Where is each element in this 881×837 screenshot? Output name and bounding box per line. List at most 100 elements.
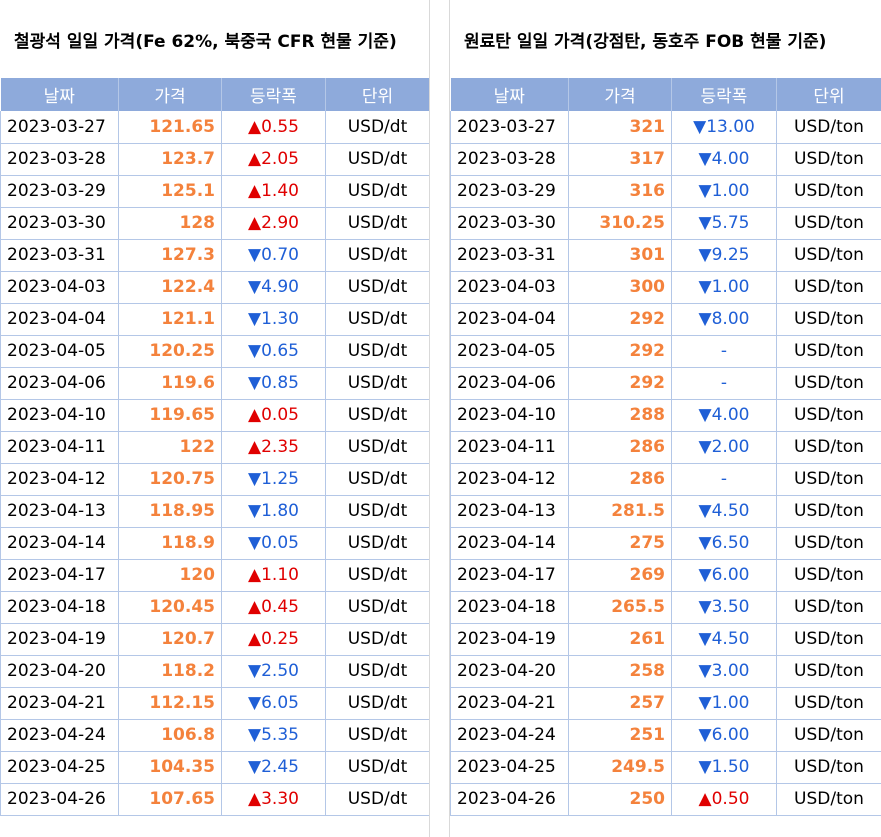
unit-cell: USD/ton xyxy=(776,495,881,528)
price-cell: 251 xyxy=(568,719,672,752)
coking-coal-table: 날짜 가격 등락폭 단위 2023-03-27 321 ▼13.00 USD/ton 2… xyxy=(450,78,881,816)
unit-cell: USD/dt xyxy=(325,111,430,144)
table-row: 2023-03-27 121.65 ▲0.55 USD/dt xyxy=(0,111,430,144)
change-cell: ▲2.90 xyxy=(221,207,326,240)
date-cell: 2023-03-28 xyxy=(450,143,569,176)
header-price: 가격 xyxy=(118,78,222,111)
table-row: 2023-04-10 119.65 ▲0.05 USD/dt xyxy=(0,399,430,432)
date-cell: 2023-04-13 xyxy=(0,495,119,528)
header-date: 날짜 xyxy=(0,78,119,111)
iron-ore-header-row: 날짜 가격 등락폭 단위 xyxy=(0,78,430,111)
price-cell: 301 xyxy=(568,239,672,272)
price-cell: 286 xyxy=(568,463,672,496)
change-cell: ▼0.85 xyxy=(221,367,326,400)
coking-coal-rows: 2023-03-27 321 ▼13.00 USD/ton 2023-03-28 317 ▼… xyxy=(450,111,881,816)
table-row: 2023-04-21 257 ▼1.00 USD/ton xyxy=(450,687,881,720)
table-row: 2023-04-14 118.9 ▼0.05 USD/dt xyxy=(0,527,430,560)
change-cell: ▲3.30 xyxy=(221,783,326,816)
change-cell: ▼1.50 xyxy=(671,751,777,784)
unit-cell: USD/dt xyxy=(325,239,430,272)
table-row: 2023-04-17 269 ▼6.00 USD/ton xyxy=(450,559,881,592)
table-row: 2023-04-03 300 ▼1.00 USD/ton xyxy=(450,271,881,304)
date-cell: 2023-04-17 xyxy=(0,559,119,592)
unit-cell: USD/ton xyxy=(776,751,881,784)
change-cell: ▲2.05 xyxy=(221,143,326,176)
table-row: 2023-04-06 119.6 ▼0.85 USD/dt xyxy=(0,367,430,400)
change-cell: ▲1.40 xyxy=(221,175,326,208)
price-cell: 120.75 xyxy=(118,463,222,496)
unit-cell: USD/dt xyxy=(325,303,430,336)
price-cell: 317 xyxy=(568,143,672,176)
unit-cell: USD/dt xyxy=(325,207,430,240)
table-row: 2023-04-04 292 ▼8.00 USD/ton xyxy=(450,303,881,336)
price-cell: 121.1 xyxy=(118,303,222,336)
change-cell: ▲0.45 xyxy=(221,591,326,624)
price-cell: 107.65 xyxy=(118,783,222,816)
price-cell: 292 xyxy=(568,303,672,336)
date-cell: 2023-04-20 xyxy=(0,655,119,688)
table-row: 2023-04-18 265.5 ▼3.50 USD/ton xyxy=(450,591,881,624)
table-row: 2023-03-30 310.25 ▼5.75 USD/ton xyxy=(450,207,881,240)
date-cell: 2023-03-28 xyxy=(0,143,119,176)
change-cell: ▼4.90 xyxy=(221,271,326,304)
unit-cell: USD/dt xyxy=(325,655,430,688)
price-cell: 119.6 xyxy=(118,367,222,400)
table-row: 2023-04-17 120 ▲1.10 USD/dt xyxy=(0,559,430,592)
table-row: 2023-04-11 286 ▼2.00 USD/ton xyxy=(450,431,881,464)
unit-cell: USD/dt xyxy=(325,431,430,464)
price-cell: 104.35 xyxy=(118,751,222,784)
date-cell: 2023-03-31 xyxy=(0,239,119,272)
price-cell: 120 xyxy=(118,559,222,592)
change-cell: ▼6.05 xyxy=(221,687,326,720)
table-row: 2023-04-05 120.25 ▼0.65 USD/dt xyxy=(0,335,430,368)
change-cell: ▼6.50 xyxy=(671,527,777,560)
unit-cell: USD/dt xyxy=(325,591,430,624)
change-cell: ▼8.00 xyxy=(671,303,777,336)
unit-cell: USD/ton xyxy=(776,591,881,624)
unit-cell: USD/ton xyxy=(776,399,881,432)
table-row: 2023-04-19 261 ▼4.50 USD/ton xyxy=(450,623,881,656)
unit-cell: USD/dt xyxy=(325,719,430,752)
change-cell: ▼1.25 xyxy=(221,463,326,496)
iron-ore-rows: 2023-03-27 121.65 ▲0.55 USD/dt 2023-03-28 123… xyxy=(0,111,430,816)
price-cell: 281.5 xyxy=(568,495,672,528)
date-cell: 2023-04-18 xyxy=(450,591,569,624)
change-cell: ▼1.30 xyxy=(221,303,326,336)
unit-cell: USD/ton xyxy=(776,367,881,400)
unit-cell: USD/ton xyxy=(776,655,881,688)
date-cell: 2023-03-27 xyxy=(0,111,119,144)
price-cell: 286 xyxy=(568,431,672,464)
price-cell: 120.45 xyxy=(118,591,222,624)
unit-cell: USD/dt xyxy=(325,687,430,720)
header-change: 등락폭 xyxy=(221,78,326,111)
change-cell: ▼0.05 xyxy=(221,527,326,560)
unit-cell: USD/ton xyxy=(776,431,881,464)
table-row: 2023-04-13 281.5 ▼4.50 USD/ton xyxy=(450,495,881,528)
unit-cell: USD/ton xyxy=(776,335,881,368)
change-cell: ▼1.00 xyxy=(671,271,777,304)
date-cell: 2023-04-19 xyxy=(0,623,119,656)
change-cell: ▲0.25 xyxy=(221,623,326,656)
unit-cell: USD/ton xyxy=(776,303,881,336)
table-row: 2023-04-25 249.5 ▼1.50 USD/ton xyxy=(450,751,881,784)
table-row: 2023-04-03 122.4 ▼4.90 USD/dt xyxy=(0,271,430,304)
change-cell: ▼0.65 xyxy=(221,335,326,368)
date-cell: 2023-04-12 xyxy=(0,463,119,496)
date-cell: 2023-04-05 xyxy=(450,335,569,368)
date-cell: 2023-04-25 xyxy=(0,751,119,784)
date-cell: 2023-04-26 xyxy=(0,783,119,816)
table-row: 2023-04-04 121.1 ▼1.30 USD/dt xyxy=(0,303,430,336)
change-cell: ▼2.00 xyxy=(671,431,777,464)
table-row: 2023-04-12 286- USD/ton xyxy=(450,463,881,496)
table-row: 2023-04-26 107.65 ▲3.30 USD/dt xyxy=(0,783,430,816)
price-cell: 122 xyxy=(118,431,222,464)
coking-coal-panel: 원료탄 일일 가격(강점탄, 동호주 FOB 현물 기준) 날짜 가격 등락폭 … xyxy=(450,0,881,816)
unit-cell: USD/dt xyxy=(325,143,430,176)
price-cell: 106.8 xyxy=(118,719,222,752)
change-cell: ▼3.00 xyxy=(671,655,777,688)
date-cell: 2023-04-19 xyxy=(450,623,569,656)
table-row: 2023-04-26 250 ▲0.50 USD/ton xyxy=(450,783,881,816)
price-cell: 122.4 xyxy=(118,271,222,304)
price-cell: 123.7 xyxy=(118,143,222,176)
price-cell: 275 xyxy=(568,527,672,560)
